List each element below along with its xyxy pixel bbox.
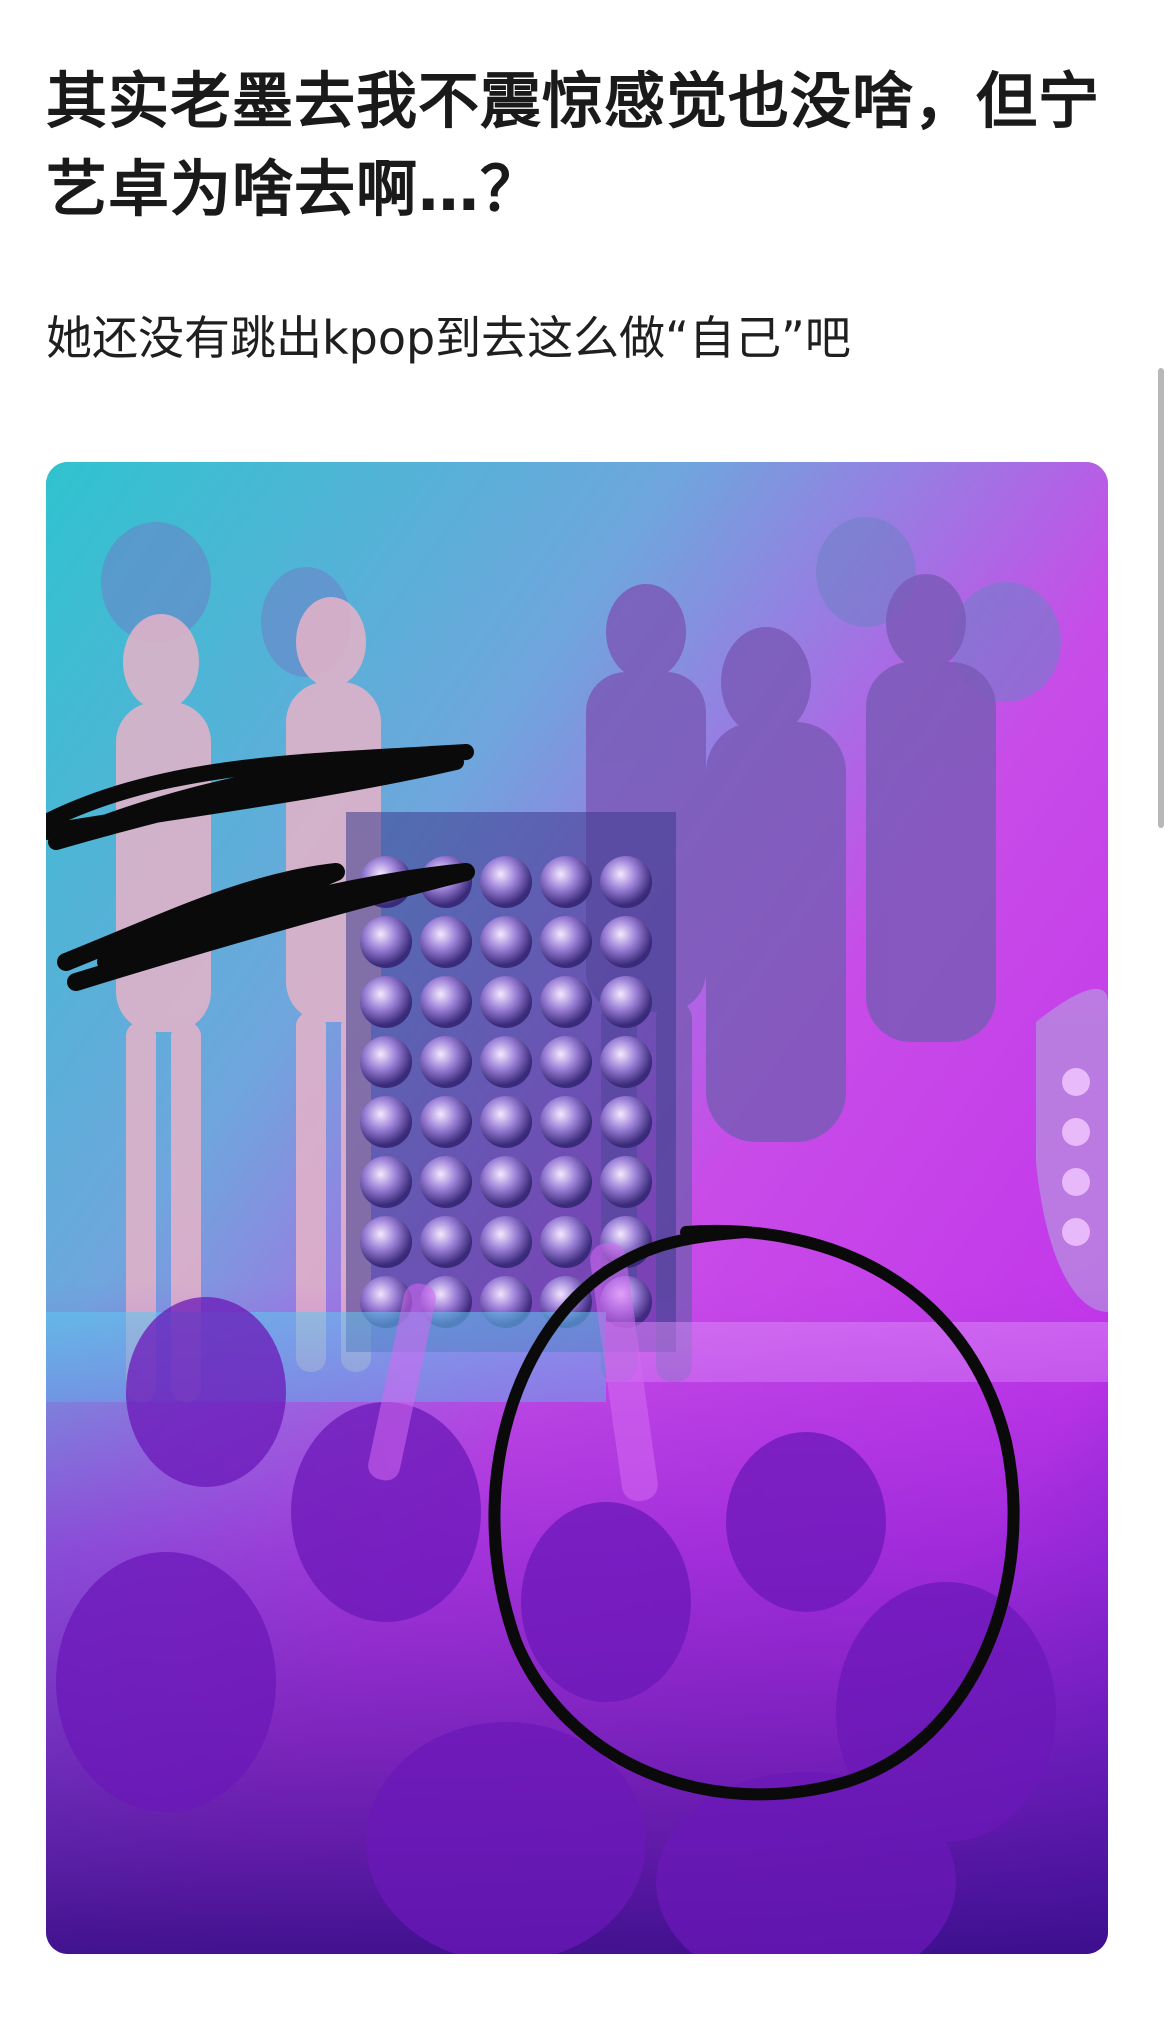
- post-card: 其实老墨去我不震惊感觉也没啥，但宁艺卓为啥去啊…？ 她还没有跳出kpop到去这么…: [0, 0, 1170, 2019]
- post-title: 其实老墨去我不震惊感觉也没啥，但宁艺卓为啥去啊…？: [46, 66, 1101, 225]
- post-body-text: 她还没有跳出kpop到去这么做“自己”吧: [46, 311, 851, 365]
- post-image[interactable]: [46, 462, 1108, 1954]
- scrollbar[interactable]: [1158, 368, 1164, 828]
- club-photo: [46, 462, 1108, 1954]
